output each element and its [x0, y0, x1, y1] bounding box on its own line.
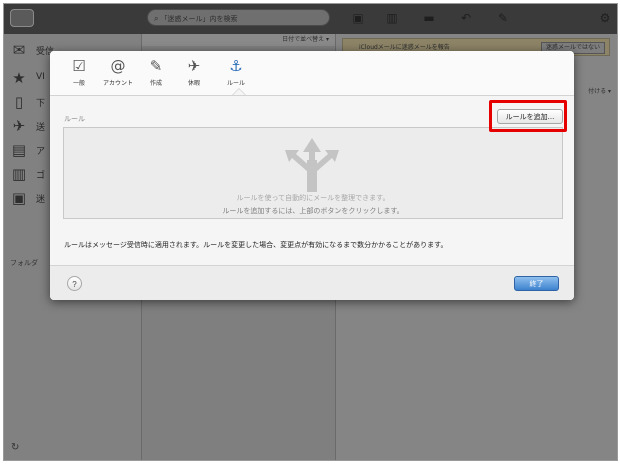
reply-icon[interactable]: ↶	[459, 11, 473, 25]
move-to-folder-icon[interactable]: ▣	[351, 11, 365, 25]
done-button[interactable]: 終了	[514, 276, 559, 291]
tab-label: 一般	[72, 80, 85, 87]
sidebar-item-label: ア	[36, 147, 46, 157]
gear-icon[interactable]: ⚙	[598, 11, 612, 25]
rules-tab-icon: ⚓	[229, 57, 243, 75]
tab-general[interactable]: ☑ 一般	[59, 57, 99, 91]
send-icon: ✈	[12, 117, 26, 135]
tab-label: アカウント	[102, 80, 133, 87]
help-button[interactable]: ?	[67, 276, 82, 291]
cloud-icon[interactable]	[10, 9, 34, 27]
search-placeholder: 「迷惑メール」内を検索	[160, 15, 238, 23]
tab-vacation[interactable]: ✈ 休暇	[174, 57, 214, 91]
refresh-icon[interactable]: ↻	[11, 442, 19, 453]
flag-menu[interactable]: 付ける ▾	[588, 86, 611, 95]
compose-icon[interactable]: ✎	[496, 11, 510, 25]
trash-icon[interactable]: ▥	[385, 11, 399, 25]
document-icon: ▯	[14, 93, 24, 111]
active-tab-pointer	[233, 89, 245, 95]
star-icon: ★	[12, 69, 26, 87]
search-icon: ⌕	[154, 14, 159, 23]
inbox-icon: ✉	[12, 41, 26, 59]
empty-rules-hint: ルールを追加するには、上部のボタンをクリックします。	[222, 207, 404, 215]
folders-header: フォルダ	[10, 259, 38, 267]
preferences-dialog: ☑ 一般 @ アカウント ✎ 作成 ✈ 休暇 ⚓ ルール ルール ルールを使って自動的にメールを整…	[50, 51, 574, 300]
sidebar-item-label: 迷	[36, 195, 46, 205]
trash-icon: ▥	[11, 165, 27, 183]
rules-note: ルールはメッセージ受信時に適用されます。ルールを変更した場合、変更点が有効になる…	[64, 241, 448, 249]
tab-label: ルール	[226, 80, 245, 87]
sidebar-item-label: 下	[36, 99, 46, 109]
toolbar: ⌕ 「迷惑メール」内を検索 ▣ ▥ ▬ ↶ ✎ ⚙	[4, 4, 617, 34]
rules-list: ルールを使って自動的にメールを整理できます。 ルールを追加するには、上部のボタン…	[63, 127, 563, 219]
sidebar-item-label: 送	[36, 123, 46, 133]
mailbox-icon[interactable]: ▬	[422, 11, 436, 25]
tab-label: 休暇	[187, 80, 200, 87]
archive-icon: ▤	[11, 141, 27, 159]
add-rule-button[interactable]: ルールを追加...	[497, 109, 563, 124]
junk-banner-text: iCloudメールに迷惑メールを報告	[359, 44, 450, 51]
dialog-footer: ? 終了	[50, 265, 574, 300]
sidebar-item-label: ゴ	[36, 171, 46, 181]
icloud-mail-window: ⌕ 「迷惑メール」内を検索 ▣ ▥ ▬ ↶ ✎ ⚙ ✉ 受信 ★ VI ▯ 下 ✈ 送 ▤ ア ▥ ゴ ▣…	[3, 3, 618, 461]
empty-rules-message: ルールを使って自動的にメールを整理できます。	[236, 194, 390, 202]
tab-label: 作成	[149, 80, 162, 87]
sidebar-item-label: VI	[36, 72, 45, 82]
general-tab-icon: ☑	[72, 57, 86, 75]
vacation-tab-icon: ✈	[187, 57, 201, 75]
account-tab-icon: @	[110, 57, 126, 75]
search-field[interactable]: ⌕ 「迷惑メール」内を検索	[147, 9, 330, 26]
tab-rules[interactable]: ⚓ ルール	[216, 57, 256, 91]
rules-arrows-icon	[285, 138, 339, 192]
sort-dropdown[interactable]: 日付で並べ替え ▾	[142, 34, 335, 46]
junk-icon: ▣	[11, 189, 27, 207]
rules-section-label: ルール	[64, 115, 85, 123]
tab-compose[interactable]: ✎ 作成	[136, 57, 176, 91]
preferences-tabs: ☑ 一般 @ アカウント ✎ 作成 ✈ 休暇 ⚓ ルール	[50, 51, 574, 96]
tab-account[interactable]: @ アカウント	[98, 57, 138, 91]
compose-tab-icon: ✎	[149, 57, 163, 75]
